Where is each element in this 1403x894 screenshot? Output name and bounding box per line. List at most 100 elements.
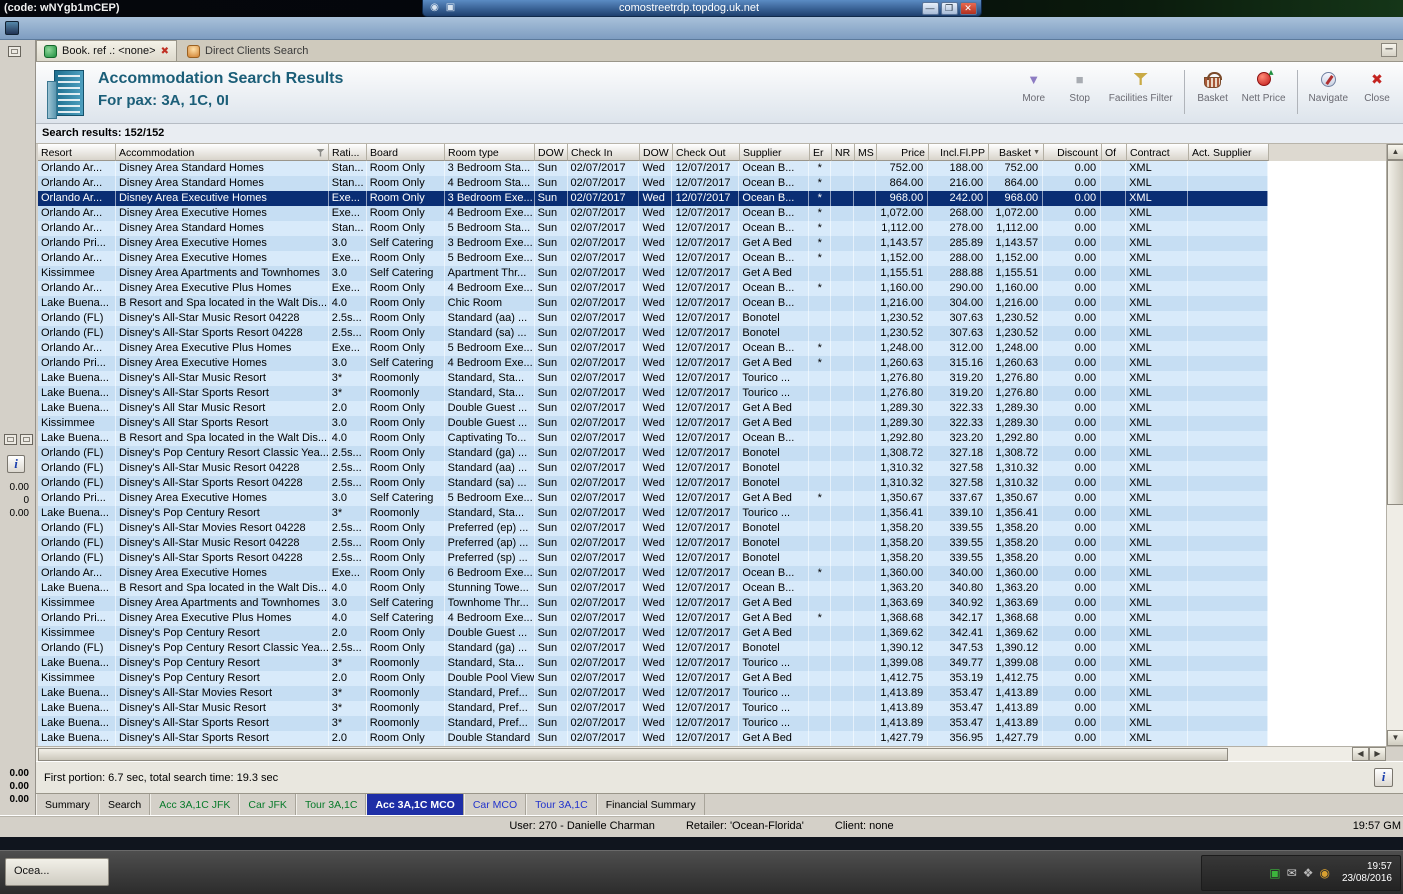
column-header-ms[interactable]: MS — [855, 144, 877, 161]
workflow-tab-acc-3a-1c-jfk[interactable]: Acc 3A,1C JFK — [150, 794, 240, 815]
taskbar-app-button[interactable]: Ocea... — [5, 858, 109, 886]
basket-button[interactable]: Basket — [1191, 68, 1235, 104]
table-row[interactable]: Lake Buena... B Resort and Spa located in… — [38, 581, 1268, 596]
table-row[interactable]: Kissimmee Disney's All Star Sports Resort… — [38, 416, 1268, 431]
dock-restore-icon[interactable] — [8, 46, 21, 57]
table-row[interactable]: Orlando (FL) Disney's Pop Century Resort … — [38, 641, 1268, 656]
column-filter-icon[interactable] — [316, 148, 325, 157]
column-header-rati-[interactable]: Rati... — [329, 144, 367, 161]
table-row[interactable]: Orlando (FL) Disney's All-Star Music Reso… — [38, 536, 1268, 551]
sort-icon[interactable]: ▼ — [1033, 149, 1040, 156]
table-row[interactable]: Orlando (FL) Disney's All-Star Sports Res… — [38, 326, 1268, 341]
column-header-supplier[interactable]: Supplier — [740, 144, 810, 161]
column-header-board[interactable]: Board — [367, 144, 445, 161]
workflow-tab-search[interactable]: Search — [98, 794, 151, 815]
table-row[interactable]: Orlando Pri... Disney Area Executive Plus… — [38, 611, 1268, 626]
facilities-filter-button[interactable]: Facilities Filter — [1104, 68, 1178, 104]
table-row[interactable]: Lake Buena... Disney's All-Star Music Res… — [38, 371, 1268, 386]
table-row[interactable]: Orlando Pri... Disney Area Executive Home… — [38, 356, 1268, 371]
tray-mail-icon[interactable]: ✉ — [1287, 867, 1297, 879]
column-header-resort[interactable]: Resort — [38, 144, 116, 161]
dock-window-icon[interactable] — [20, 434, 33, 445]
restore-button[interactable]: ❒ — [940, 1, 958, 15]
navigate-button[interactable]: Navigate — [1304, 68, 1353, 104]
scroll-right-icon[interactable]: ▶ — [1369, 747, 1386, 761]
table-row[interactable]: Lake Buena... B Resort and Spa located in… — [38, 431, 1268, 446]
close-session-button[interactable]: ✕ — [959, 1, 977, 15]
table-row[interactable]: Kissimmee Disney Area Apartments and Town… — [38, 596, 1268, 611]
table-row[interactable]: Orlando (FL) Disney's All-Star Music Reso… — [38, 461, 1268, 476]
table-row[interactable]: Lake Buena... Disney's All-Star Sports Re… — [38, 386, 1268, 401]
column-header-price[interactable]: Price — [877, 144, 929, 161]
table-row[interactable]: Orlando (FL) Disney's Pop Century Resort … — [38, 446, 1268, 461]
table-row[interactable]: Lake Buena... Disney's All-Star Movies Re… — [38, 686, 1268, 701]
tab-close-icon[interactable]: ✖ — [161, 46, 169, 57]
table-row[interactable]: Orlando Ar... Disney Area Executive Homes… — [38, 191, 1268, 206]
workflow-tab-tour-3a-1c[interactable]: Tour 3A,1C — [526, 794, 597, 815]
workflow-tab-summary[interactable]: Summary — [36, 794, 99, 815]
table-row[interactable]: Orlando Ar... Disney Area Standard Homes S… — [38, 221, 1268, 236]
workflow-tab-tour-3a-1c[interactable]: Tour 3A,1C — [295, 794, 367, 815]
column-header-discount[interactable]: Discount — [1044, 144, 1102, 161]
horizontal-scrollbar[interactable]: ◀ ▶ — [36, 746, 1403, 761]
scroll-up-icon[interactable]: ▲ — [1387, 144, 1403, 160]
table-row[interactable]: Orlando Ar... Disney Area Executive Homes… — [38, 206, 1268, 221]
tray-display-icon[interactable]: ▣ — [1269, 867, 1280, 879]
column-header-check-out[interactable]: Check Out — [673, 144, 740, 161]
pin-icon[interactable]: ◉ — [429, 2, 441, 14]
horizontal-scroll-thumb[interactable] — [38, 748, 1228, 761]
info-button[interactable]: i — [1374, 768, 1393, 787]
table-row[interactable]: Orlando Ar... Disney Area Executive Plus … — [38, 341, 1268, 356]
vertical-scrollbar[interactable]: ▲ ▼ — [1386, 144, 1403, 746]
table-row[interactable]: Lake Buena... Disney's All-Star Music Res… — [38, 701, 1268, 716]
column-header-act-supplier[interactable]: Act. Supplier — [1189, 144, 1269, 161]
table-row[interactable]: Orlando Ar... Disney Area Executive Plus … — [38, 281, 1268, 296]
tray-network-icon[interactable]: ❖ — [1303, 867, 1314, 879]
column-header-room-type[interactable]: Room type — [445, 144, 535, 161]
table-row[interactable]: Lake Buena... Disney's All Star Music Res… — [38, 401, 1268, 416]
scroll-down-icon[interactable]: ▼ — [1387, 730, 1403, 746]
column-header-check-in[interactable]: Check In — [568, 144, 640, 161]
column-header-dow[interactable]: DOW — [640, 144, 673, 161]
table-row[interactable]: Lake Buena... Disney's Pop Century Resort… — [38, 656, 1268, 671]
table-row[interactable]: Orlando Ar... Disney Area Standard Homes S… — [38, 176, 1268, 191]
close-button[interactable]: ✖ Close — [1355, 68, 1399, 105]
column-header-er[interactable]: Er — [810, 144, 832, 161]
table-row[interactable]: Orlando (FL) Disney's All-Star Sports Res… — [38, 551, 1268, 566]
tray-volume-icon[interactable]: ◉ — [1319, 867, 1329, 879]
table-row[interactable]: Kissimmee Disney's Pop Century Resort 2.0 R… — [38, 626, 1268, 641]
tab-direct-clients-search[interactable]: Direct Clients Search — [180, 41, 315, 62]
nett-price-button[interactable]: Nett Price — [1237, 67, 1291, 104]
table-row[interactable]: Lake Buena... Disney's All-Star Sports Re… — [38, 731, 1268, 746]
table-row[interactable]: Kissimmee Disney Area Apartments and Town… — [38, 266, 1268, 281]
table-row[interactable]: Orlando Ar... Disney Area Executive Homes… — [38, 566, 1268, 581]
info-button[interactable]: i — [7, 455, 25, 473]
table-row[interactable]: Orlando Ar... Disney Area Standard Homes S… — [38, 161, 1268, 176]
table-row[interactable]: Orlando Ar... Disney Area Executive Homes… — [38, 251, 1268, 266]
tab-booking-reference[interactable]: Book. ref .: <none> ✖ — [36, 40, 177, 61]
stop-button[interactable]: ■ Stop — [1058, 68, 1102, 105]
table-row[interactable]: Orlando (FL) Disney's All-Star Music Reso… — [38, 311, 1268, 326]
table-row[interactable]: Orlando Pri... Disney Area Executive Home… — [38, 236, 1268, 251]
column-header-basket[interactable]: Basket ▼ — [989, 144, 1044, 161]
column-header-incl-fl-pp[interactable]: Incl.Fl.PP — [929, 144, 989, 161]
minimize-button[interactable]: — — [921, 1, 939, 15]
workflow-tab-car-jfk[interactable]: Car JFK — [239, 794, 296, 815]
column-header-nr[interactable]: NR — [832, 144, 855, 161]
table-row[interactable]: Orlando (FL) Disney's All-Star Movies Res… — [38, 521, 1268, 536]
table-row[interactable]: Kissimmee Disney's Pop Century Resort 2.0 R… — [38, 671, 1268, 686]
workflow-tab-acc-3a-1c-mco[interactable]: Acc 3A,1C MCO — [366, 794, 464, 815]
panel-minimize-button[interactable]: ─ — [1381, 43, 1397, 57]
table-row[interactable]: Lake Buena... Disney's Pop Century Resort… — [38, 506, 1268, 521]
column-header-dow[interactable]: DOW — [535, 144, 568, 161]
column-header-of[interactable]: Of — [1102, 144, 1127, 161]
more-button[interactable]: ▼ More — [1012, 68, 1056, 105]
dock-pin-icon[interactable] — [4, 434, 17, 445]
column-header-accommodation[interactable]: Accommodation — [116, 144, 329, 161]
vertical-scroll-thumb[interactable] — [1387, 160, 1403, 505]
table-row[interactable]: Lake Buena... B Resort and Spa located in… — [38, 296, 1268, 311]
scroll-left-icon[interactable]: ◀ — [1352, 747, 1369, 761]
table-row[interactable]: Orlando (FL) Disney's All-Star Sports Res… — [38, 476, 1268, 491]
workflow-tab-financial-summary[interactable]: Financial Summary — [596, 794, 705, 815]
table-row[interactable]: Orlando Pri... Disney Area Executive Home… — [38, 491, 1268, 506]
